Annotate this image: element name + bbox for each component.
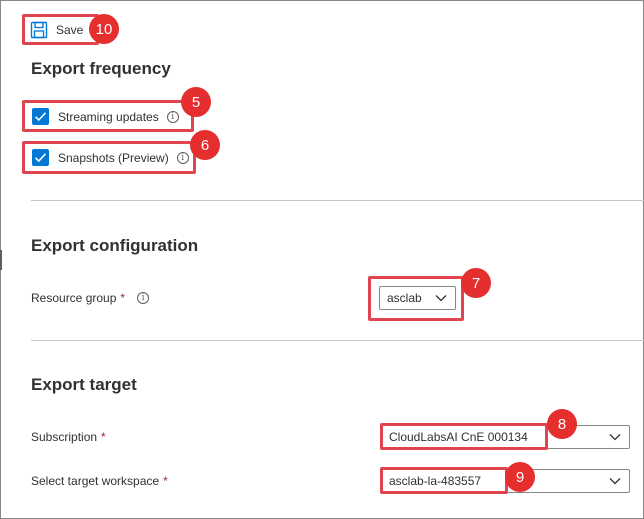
chevron-down-icon <box>609 433 621 441</box>
resource-group-label: Resource group <box>31 291 117 305</box>
highlight-subscription <box>380 423 548 450</box>
chevron-down-icon <box>609 477 621 485</box>
highlight-snapshots <box>22 141 196 174</box>
callout-badge-5: 5 <box>181 87 211 117</box>
section-divider <box>31 200 644 201</box>
callout-badge-8: 8 <box>547 409 577 439</box>
required-marker: * <box>101 430 106 444</box>
highlight-workspace <box>380 467 508 494</box>
callout-badge-9: 9 <box>505 462 535 492</box>
subscription-label: Subscription <box>31 430 98 444</box>
required-marker: * <box>120 291 126 305</box>
highlight-streaming <box>22 100 194 132</box>
info-icon[interactable]: i <box>137 292 150 304</box>
section-title-target: Export target <box>31 375 137 394</box>
callout-badge-6: 6 <box>190 130 220 160</box>
section-title-frequency: Export frequency <box>31 59 171 78</box>
highlight-resource-group <box>368 276 464 321</box>
callout-badge-10: 10 <box>89 14 119 44</box>
workspace-label: Select target workspace <box>31 474 160 488</box>
section-divider <box>31 340 644 341</box>
required-marker: * <box>163 474 168 488</box>
scroll-edge-marker <box>0 250 2 270</box>
section-title-configuration: Export configuration <box>31 236 199 255</box>
highlight-save <box>22 14 99 45</box>
resource-group-label-row: Resource group * i <box>31 291 150 305</box>
workspace-label-row: Select target workspace * <box>31 474 168 488</box>
subscription-label-row: Subscription * <box>31 430 106 444</box>
callout-badge-7: 7 <box>461 268 491 298</box>
